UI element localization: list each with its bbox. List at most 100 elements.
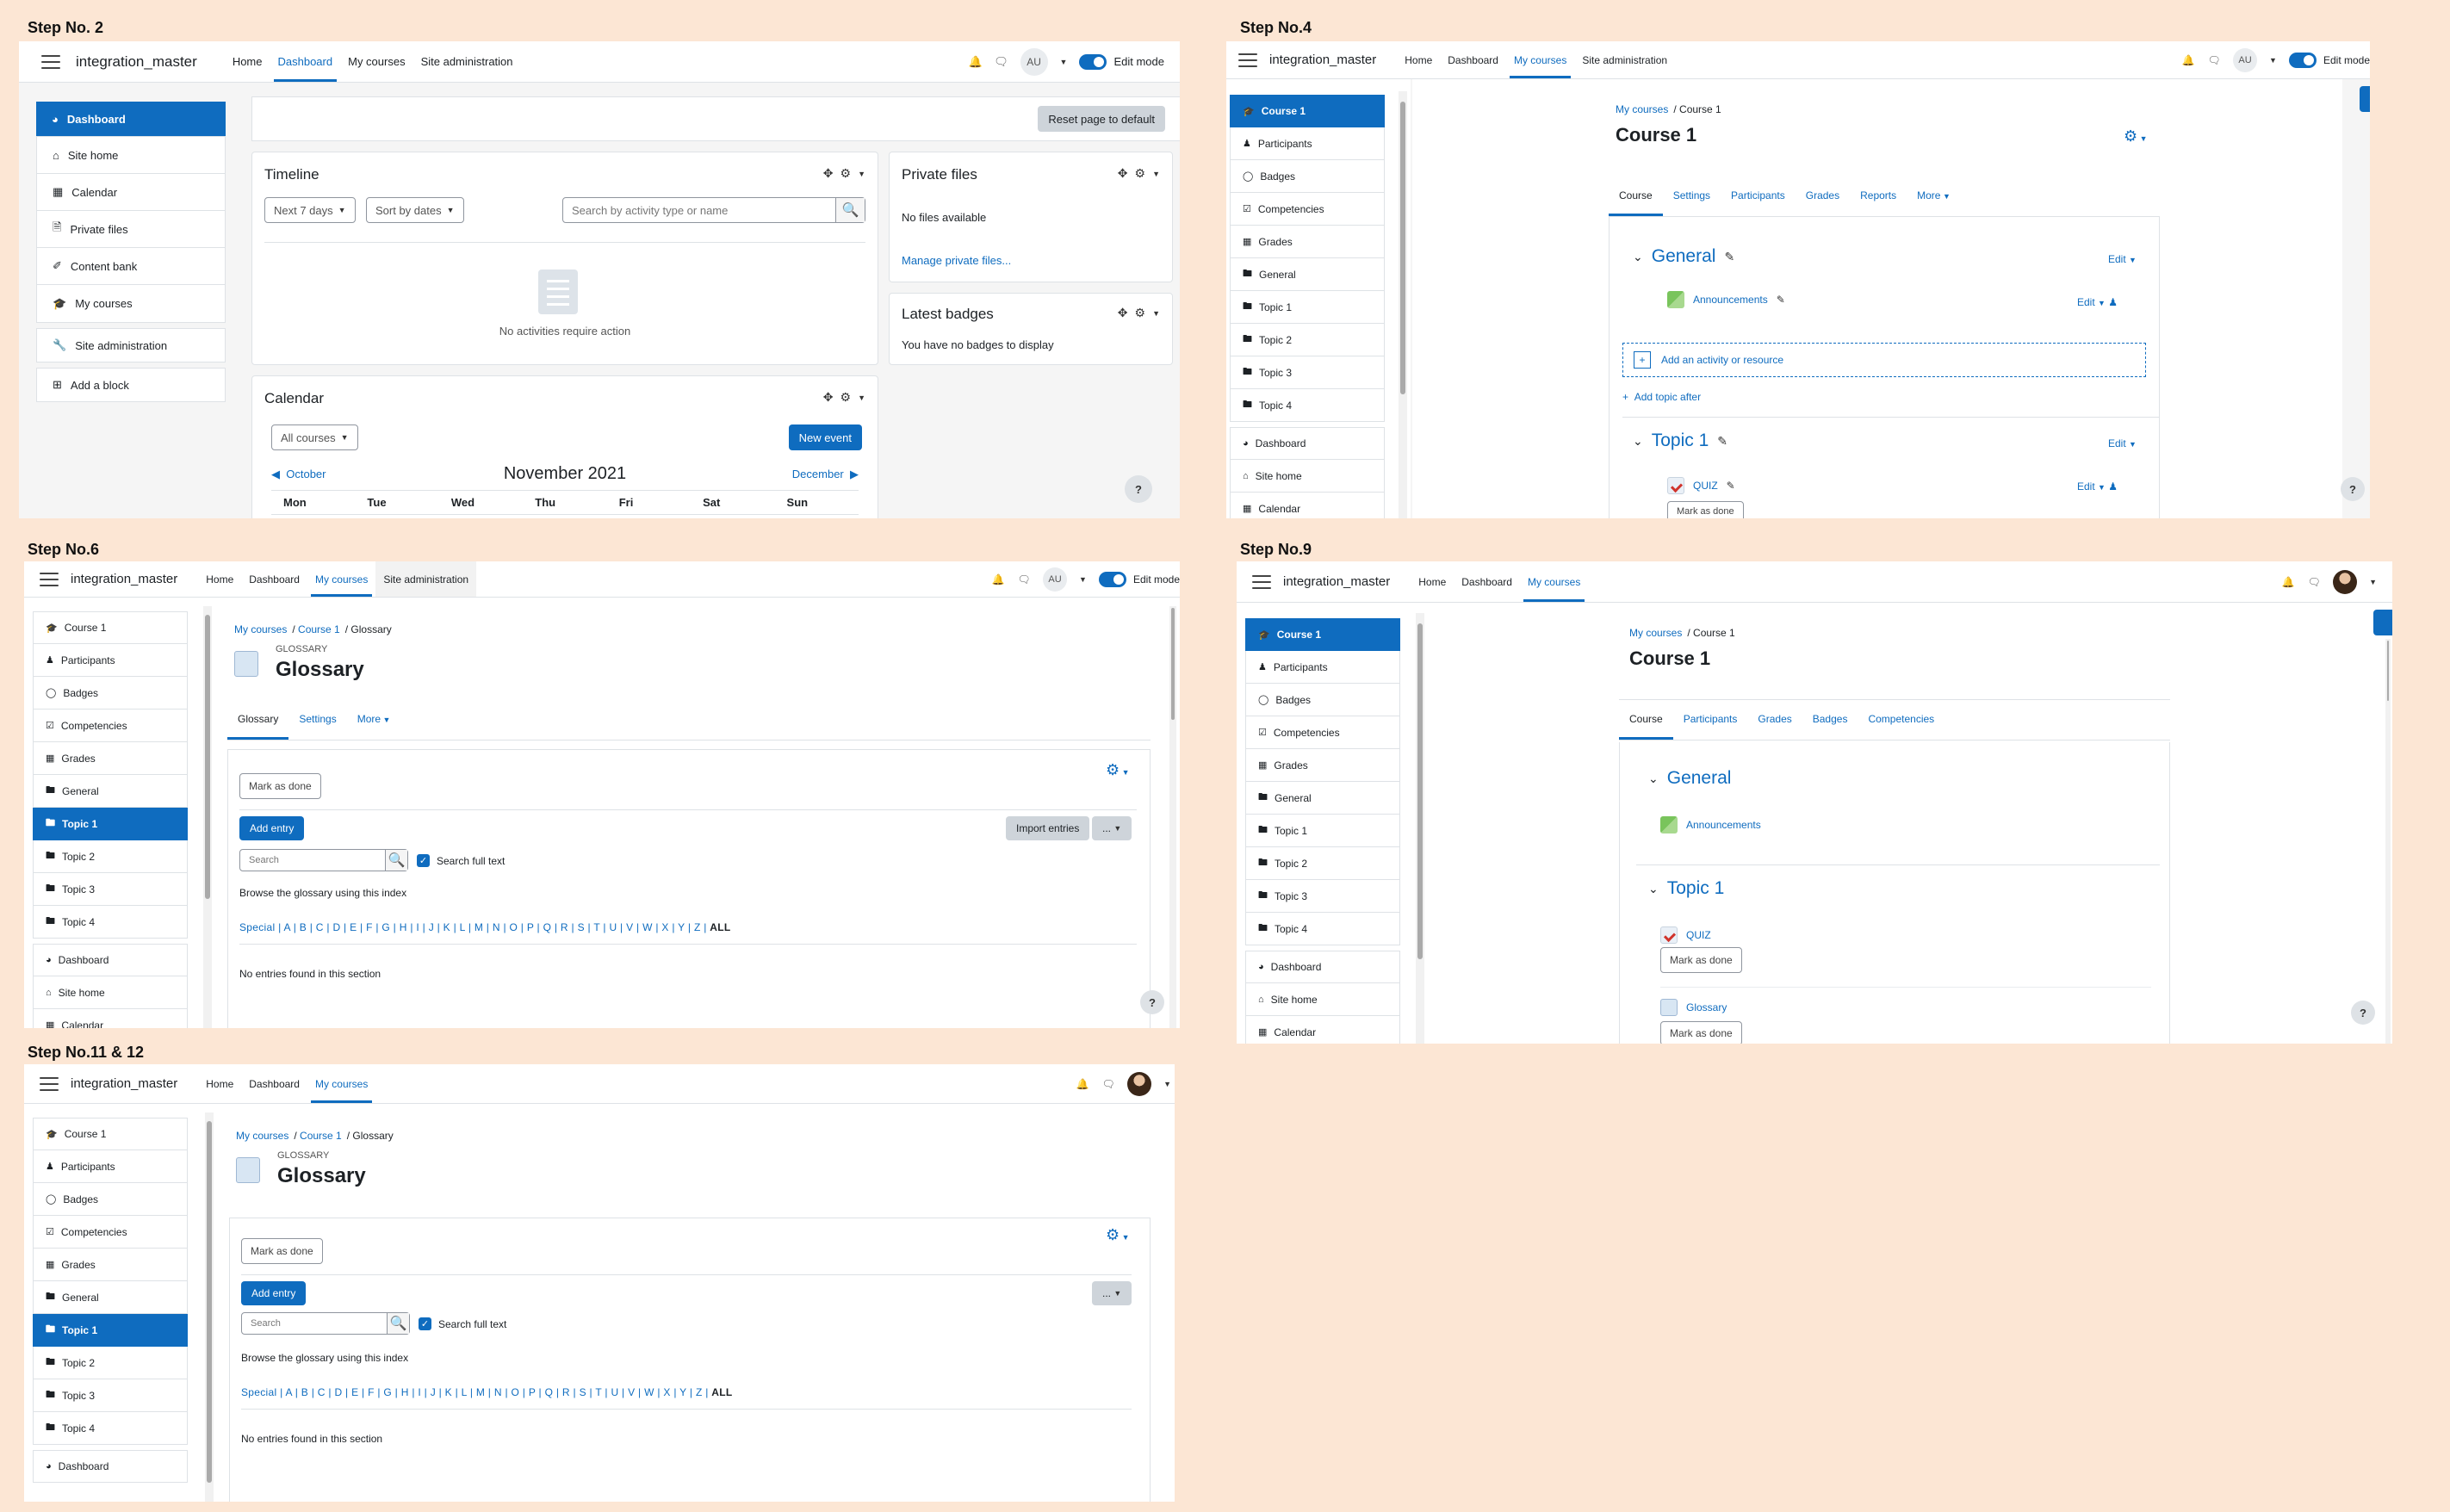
search-icon[interactable]: 🔍 [835, 198, 865, 222]
mark-as-done-button[interactable]: Mark as done [1667, 501, 1744, 518]
course-index-item[interactable]: ♟ Participants [1245, 651, 1400, 684]
edit-menu[interactable]: Edit ▼ [2108, 253, 2137, 265]
course-index-item[interactable]: 🖿 Topic 2 [1245, 847, 1400, 880]
course-index-item[interactable]: ⌂ Site home [1230, 460, 1385, 493]
gear-icon[interactable]: ⚙ [840, 166, 852, 181]
brand[interactable]: integration_master [71, 572, 177, 586]
brand[interactable]: integration_master [76, 53, 197, 71]
course-index-item[interactable]: 🎓 Course 1 [1245, 618, 1400, 651]
course-index-item[interactable]: 🖿 Topic 1 [33, 808, 188, 840]
timeline-search-input[interactable]: Search by activity type or name [563, 204, 835, 217]
course-index-item[interactable]: ♟ Participants [33, 1150, 188, 1183]
crumb-course[interactable]: Course 1 [300, 1130, 342, 1142]
course-index-item[interactable]: ♟ Participants [33, 644, 188, 677]
activity-quiz[interactable]: QUIZ ✎ [1667, 477, 1735, 494]
help-button[interactable]: ? [1125, 475, 1152, 503]
nav-mycourses[interactable]: My courses [1520, 561, 1588, 602]
person-icon[interactable]: ♟ [2108, 296, 2118, 308]
course-index-item[interactable]: ▦ Grades [1230, 226, 1385, 258]
bell-icon[interactable]: 🔔 [2181, 53, 2195, 67]
nav-home[interactable]: Home [198, 1064, 241, 1103]
scrollbar[interactable] [1416, 613, 1424, 1044]
course-index-item[interactable]: ▦ Grades [33, 742, 188, 775]
move-icon[interactable]: ✥ [1118, 166, 1128, 181]
scrollbar[interactable] [2385, 639, 2391, 1044]
chat-icon[interactable]: 🗨 [1017, 573, 1031, 586]
avatar[interactable]: AU [1020, 47, 1048, 76]
course-index-item[interactable]: ⌂ Site home [33, 976, 188, 1009]
course-index-item[interactable]: 🖿 Topic 2 [33, 1347, 188, 1379]
section-topic1[interactable]: ⌄ Topic 1 [1648, 878, 1724, 899]
activity-quiz[interactable]: QUIZ [1660, 926, 1711, 944]
chevron-down-icon[interactable]: ▼ [1060, 58, 1068, 66]
tab-grades[interactable]: Grades [1747, 701, 1802, 740]
brand[interactable]: integration_master [1269, 53, 1376, 67]
next-month-link[interactable]: December ▶ [792, 468, 859, 481]
chevron-down-icon[interactable]: ▼ [2369, 578, 2377, 586]
sidebar-item-sitehome[interactable]: ⌂ Site home [37, 137, 225, 174]
avatar[interactable] [1127, 1071, 1152, 1096]
tab-grades[interactable]: Grades [1796, 177, 1850, 216]
chat-icon[interactable]: 🗨 [2307, 575, 2321, 589]
import-entries-button[interactable]: Import entries [1006, 816, 1090, 840]
sidebar-item-mycourses[interactable]: 🎓 My courses [37, 285, 225, 322]
tab-course[interactable]: Course [1619, 701, 1673, 740]
mark-as-done-button[interactable]: Mark as done [1660, 1021, 1742, 1044]
scrollbar[interactable] [205, 1112, 214, 1502]
mark-as-done-button[interactable]: Mark as done [1660, 947, 1742, 973]
timeline-search[interactable]: Search by activity type or name 🔍 [562, 197, 865, 223]
chevron-down-icon[interactable]: ▼ [1163, 1080, 1171, 1088]
course-index-item[interactable]: ◕ Dashboard [33, 1450, 188, 1483]
course-index-item[interactable]: 🖿 Topic 1 [1230, 291, 1385, 324]
brand[interactable]: integration_master [71, 1076, 177, 1091]
chevron-down-icon[interactable]: ▼ [1079, 575, 1087, 584]
person-icon[interactable]: ♟ [2108, 480, 2118, 493]
nav-mycourses[interactable]: My courses [307, 1064, 375, 1103]
course-index-item[interactable]: 🖿 Topic 3 [33, 873, 188, 906]
course-index-item[interactable]: ▦ Calendar [1230, 493, 1385, 518]
nav-mycourses[interactable]: My courses [1506, 41, 1574, 78]
alpha-all[interactable]: ALL [711, 1386, 732, 1398]
help-button[interactable]: ? [1140, 990, 1164, 1014]
nav-home[interactable]: Home [225, 41, 270, 82]
sidebar-item-privatefiles[interactable]: 🗎 Private files [37, 211, 225, 248]
menu-icon[interactable] [41, 54, 60, 69]
chat-icon[interactable]: 🗨 [2207, 53, 2221, 67]
chevron-down-icon[interactable]: ⌄ [1648, 882, 1659, 896]
nav-siteadmin[interactable]: Site administration [413, 41, 521, 82]
activity-announcements[interactable]: Announcements ✎ [1667, 291, 1785, 308]
gear-icon[interactable]: ⚙ ▼ [1106, 761, 1130, 779]
search-fulltext-checkbox[interactable]: ✓ Search full text [419, 1317, 506, 1330]
drawer-toggle-icon[interactable] [2360, 86, 2370, 112]
avatar[interactable]: AU [2233, 47, 2258, 72]
pencil-icon[interactable]: ✎ [1724, 250, 1734, 264]
tab-settings[interactable]: Settings [1663, 177, 1721, 216]
nav-dashboard[interactable]: Dashboard [1440, 41, 1506, 78]
gear-icon[interactable]: ⚙ ▼ [2124, 127, 2148, 146]
course-index-item[interactable]: 🖿 Topic 4 [33, 906, 188, 939]
checkbox-icon[interactable]: ✓ [419, 1317, 431, 1330]
sidebar-item-siteadmin[interactable]: 🔧 Site administration [36, 328, 226, 363]
tab-glossary[interactable]: Glossary [227, 701, 289, 740]
nav-home[interactable]: Home [1397, 41, 1440, 78]
nav-mycourses[interactable]: My courses [307, 561, 375, 597]
course-index-item[interactable]: 🖿 Topic 4 [1230, 389, 1385, 422]
glossary-search[interactable]: Search 🔍 [241, 1312, 410, 1335]
course-index-item[interactable]: 🖿 Topic 1 [33, 1314, 188, 1347]
activity-announcements[interactable]: Announcements [1660, 816, 1761, 833]
course-index-item[interactable]: 🖿 Topic 3 [1245, 880, 1400, 913]
course-index-item[interactable]: 🖿 General [33, 1281, 188, 1314]
course-index-item[interactable]: 🖿 Topic 2 [33, 840, 188, 873]
tab-settings[interactable]: Settings [288, 701, 346, 740]
bell-icon[interactable]: 🔔 [2281, 575, 2295, 589]
course-index-item[interactable]: ☑ Competencies [1245, 716, 1400, 749]
section-general[interactable]: ⌄ General ✎ [1633, 246, 1734, 267]
crumb-mycourses[interactable]: My courses [234, 623, 287, 635]
nav-mycourses[interactable]: My courses [340, 41, 412, 82]
switch-icon[interactable] [1098, 571, 1126, 587]
pencil-icon[interactable]: ✎ [1717, 434, 1727, 449]
menu-icon[interactable] [40, 572, 59, 586]
scrollbar[interactable] [1169, 606, 1176, 1028]
sort-dropdown[interactable]: Sort by dates ▼ [366, 197, 464, 223]
help-button[interactable]: ? [2341, 477, 2365, 501]
